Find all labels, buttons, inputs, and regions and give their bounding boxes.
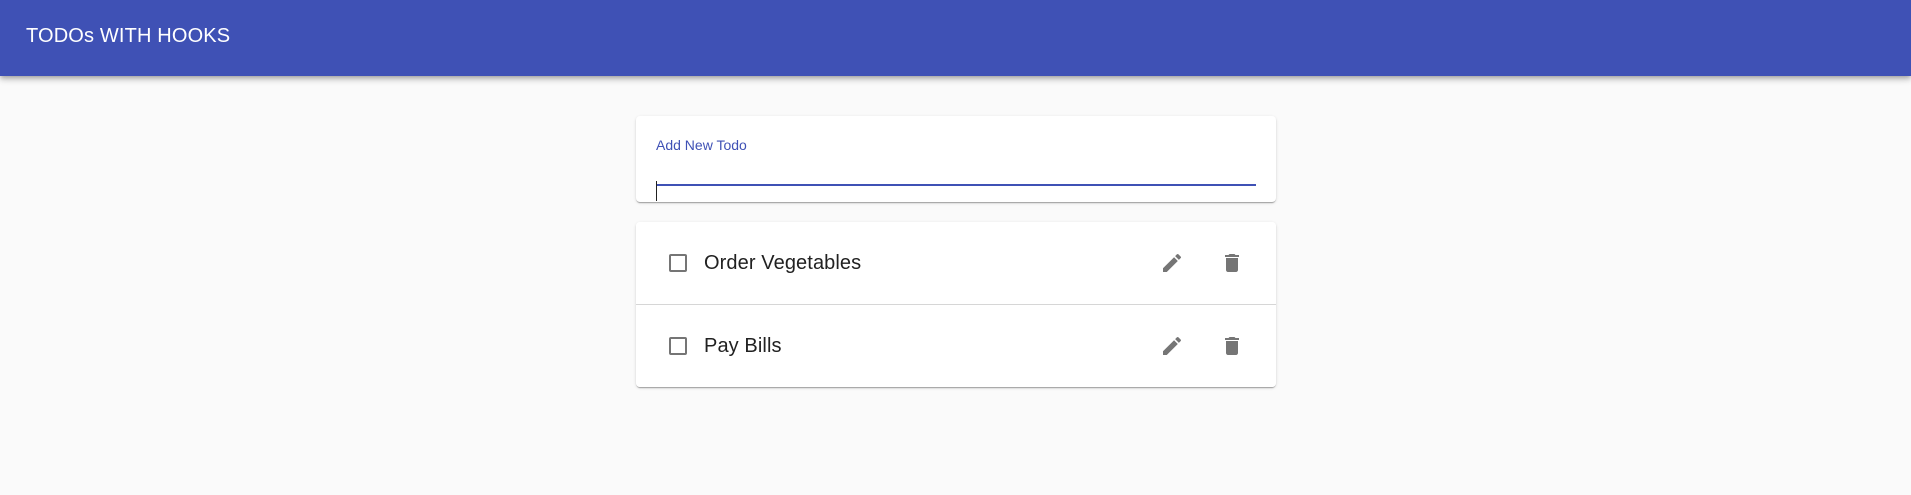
todo-item: Order Vegetables <box>636 222 1276 305</box>
todo-form-card: Add New Todo <box>636 116 1276 202</box>
trash-icon <box>1225 254 1239 272</box>
pencil-icon <box>1163 253 1182 272</box>
text-caret <box>656 181 657 201</box>
todo-text: Order Vegetables <box>704 251 862 274</box>
delete-button[interactable] <box>1208 239 1256 287</box>
todo-list: Order Vegetables Pay Bills <box>636 222 1276 387</box>
delete-button[interactable] <box>1208 322 1256 370</box>
add-todo-input[interactable] <box>656 158 1256 186</box>
trash-icon <box>1225 337 1239 355</box>
todo-container: Add New Todo Order Vegetables Pay Bills <box>636 116 1276 387</box>
app-bar: TODOs WITH HOOKS <box>0 0 1911 76</box>
edit-button[interactable] <box>1148 322 1196 370</box>
add-todo-field[interactable]: Add New Todo <box>656 136 1256 201</box>
checkbox-unchecked-icon <box>669 254 687 272</box>
todo-text: Pay Bills <box>704 334 782 357</box>
todo-actions <box>1136 222 1256 304</box>
add-todo-label: Add New Todo <box>656 137 747 153</box>
app-title: TODOs WITH HOOKS <box>26 24 231 47</box>
checkbox-unchecked-icon <box>669 337 687 355</box>
todo-checkbox[interactable] <box>666 334 690 358</box>
todo-checkbox[interactable] <box>666 251 690 275</box>
todo-actions <box>1136 305 1256 387</box>
pencil-icon <box>1163 336 1182 355</box>
edit-button[interactable] <box>1148 239 1196 287</box>
todo-item: Pay Bills <box>636 305 1276 387</box>
